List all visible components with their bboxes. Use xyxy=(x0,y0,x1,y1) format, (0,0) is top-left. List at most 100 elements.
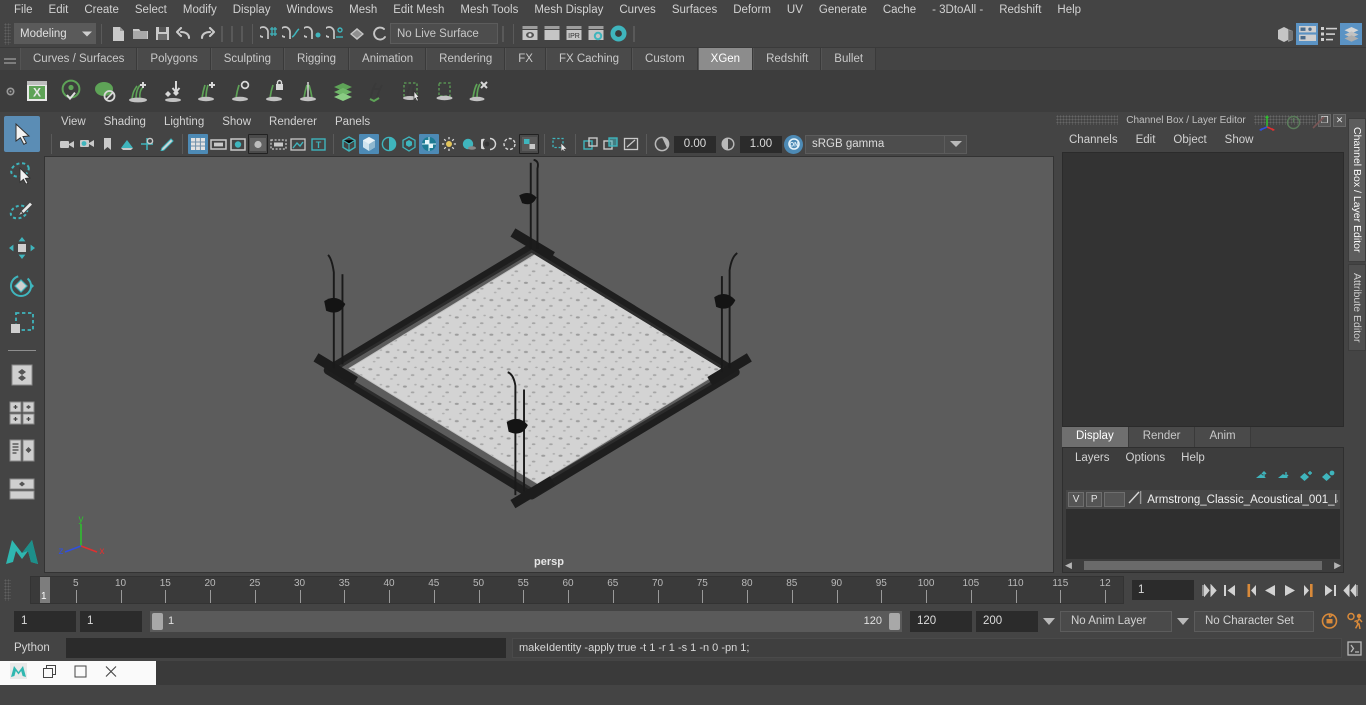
shelf-tab-rigging[interactable]: Rigging xyxy=(284,48,350,70)
resolution-gate-icon[interactable] xyxy=(228,134,248,154)
gate-mask-icon[interactable] xyxy=(248,134,268,154)
shelf-tab-polygons[interactable]: Polygons xyxy=(137,48,211,70)
menu-edit[interactable]: Edit xyxy=(41,1,77,19)
channel-menu-edit[interactable]: Edit xyxy=(1127,132,1165,148)
lasso-select-tool[interactable] xyxy=(4,154,40,190)
new-layer-icon[interactable] xyxy=(1299,469,1313,487)
xgen-split-guide-icon[interactable] xyxy=(292,72,326,110)
xray-active-components-icon[interactable] xyxy=(601,134,621,154)
render-view-icon[interactable] xyxy=(519,23,541,45)
camera-attributes-icon[interactable] xyxy=(77,134,97,154)
film-origin-icon[interactable] xyxy=(268,134,288,154)
color-space-dropdown-arrow[interactable] xyxy=(945,134,967,154)
shelf-tab-fx[interactable]: FX xyxy=(505,48,546,70)
menu-surfaces[interactable]: Surfaces xyxy=(664,1,725,19)
xgen-add-guide-icon[interactable] xyxy=(190,72,224,110)
grease-pencil-icon[interactable] xyxy=(157,134,177,154)
move-tool[interactable] xyxy=(4,230,40,266)
grid-icon[interactable] xyxy=(188,134,208,154)
quick-layout-single[interactable] xyxy=(4,395,40,431)
scroll-left-arrow-icon[interactable]: ◀ xyxy=(1065,560,1072,571)
channel-menu-object[interactable]: Object xyxy=(1164,132,1215,148)
last-tool-used[interactable] xyxy=(4,357,40,393)
paint-select-tool[interactable] xyxy=(4,192,40,228)
xgen-select-guide-icon[interactable] xyxy=(394,72,428,110)
smooth-shade-icon[interactable] xyxy=(359,134,379,154)
screen-space-ao-icon[interactable] xyxy=(479,134,499,154)
image-plane-icon[interactable] xyxy=(117,134,137,154)
layer-color-swatch-icon[interactable] xyxy=(1127,490,1142,510)
menu-deform[interactable]: Deform xyxy=(725,1,779,19)
motion-blur-icon[interactable] xyxy=(499,134,519,154)
color-space-selector[interactable]: sRGB gamma xyxy=(805,134,945,154)
shelf-tab-bullet[interactable]: Bullet xyxy=(821,48,877,70)
speed-dial-icon[interactable] xyxy=(1286,115,1301,135)
menu-mesh[interactable]: Mesh xyxy=(341,1,385,19)
shelf-tab-fx-caching[interactable]: FX Caching xyxy=(545,48,633,70)
lighting-icon[interactable] xyxy=(439,134,459,154)
xgen-preview-icon[interactable] xyxy=(88,72,122,110)
panel-grip-left[interactable] xyxy=(1056,115,1119,125)
exposure-icon[interactable] xyxy=(652,134,672,154)
layer-display-type-toggle[interactable] xyxy=(1104,492,1126,507)
tool-settings-icon[interactable] xyxy=(1340,22,1362,45)
maya-app-icon[interactable] xyxy=(10,662,27,684)
menu-redshift[interactable]: Redshift xyxy=(991,1,1049,19)
viewport-menu-view[interactable]: View xyxy=(52,114,95,130)
menu-display[interactable]: Display xyxy=(225,1,279,19)
snap-to-point-icon[interactable] xyxy=(302,23,324,45)
menu-generate[interactable]: Generate xyxy=(811,1,875,19)
menu-modify[interactable]: Modify xyxy=(175,1,225,19)
color-management-icon[interactable]: ON xyxy=(784,134,803,154)
menu-windows[interactable]: Windows xyxy=(278,1,341,19)
channel-box-layer-editor-icon[interactable] xyxy=(1296,22,1318,45)
menu-set-selector[interactable]: Modeling xyxy=(14,23,96,44)
step-forward-frame-icon[interactable] xyxy=(1300,578,1320,602)
channel-menu-show[interactable]: Show xyxy=(1216,132,1263,148)
shelf-grip[interactable] xyxy=(0,48,20,70)
shelf-tab-redshift[interactable]: Redshift xyxy=(753,48,822,70)
select-tool[interactable] xyxy=(4,116,40,152)
snap-to-curve-icon[interactable] xyxy=(280,23,302,45)
xgen-guide-tool-icon[interactable] xyxy=(360,72,394,110)
ipr-render-icon[interactable]: IPR xyxy=(563,23,585,45)
undo-icon[interactable] xyxy=(173,23,195,45)
shelf-tab-xgen[interactable]: XGen xyxy=(697,48,754,70)
step-back-frame-icon[interactable] xyxy=(1240,578,1260,602)
open-scene-icon[interactable] xyxy=(129,23,151,45)
select-camera-icon[interactable] xyxy=(57,134,77,154)
gamma-icon[interactable] xyxy=(718,134,738,154)
menu-uv[interactable]: UV xyxy=(779,1,811,19)
isolate-select-icon[interactable] xyxy=(550,134,570,154)
quick-layout-outliner-persp[interactable] xyxy=(4,433,40,469)
auto-key-icon[interactable] xyxy=(1318,610,1340,632)
channel-box-list[interactable] xyxy=(1062,152,1344,427)
viewport-menu-lighting[interactable]: Lighting xyxy=(155,114,213,130)
save-scene-icon[interactable] xyxy=(151,23,173,45)
shelf-tab-curves-surfaces[interactable]: Curves / Surfaces xyxy=(20,48,138,70)
layer-tab-display[interactable]: Display xyxy=(1062,427,1129,447)
menu-edit-mesh[interactable]: Edit Mesh xyxy=(385,1,452,19)
menu-cache[interactable]: Cache xyxy=(875,1,924,19)
attribute-editor-icon[interactable] xyxy=(1318,23,1340,45)
shelf-options-gear-icon[interactable] xyxy=(0,70,20,112)
menu-mesh-display[interactable]: Mesh Display xyxy=(526,1,611,19)
layer-visibility-toggle[interactable]: V xyxy=(1068,492,1085,507)
vertical-tab-channel-box[interactable]: Channel Box / Layer Editor xyxy=(1348,118,1366,262)
command-language-label[interactable]: Python xyxy=(14,642,66,654)
snap-to-projected-center-icon[interactable] xyxy=(324,23,346,45)
exposure-value[interactable]: 0.00 xyxy=(674,135,716,153)
shadows-icon[interactable] xyxy=(459,134,479,154)
layer-menu-help[interactable]: Help xyxy=(1173,451,1213,465)
layer-menu-options[interactable]: Options xyxy=(1118,451,1174,465)
menu-curves[interactable]: Curves xyxy=(611,1,663,19)
snap-to-view-plane-icon[interactable] xyxy=(346,23,368,45)
anim-end-field[interactable]: 200 xyxy=(976,610,1038,632)
shelf-tab-rendering[interactable]: Rendering xyxy=(426,48,506,70)
restore-icon[interactable] xyxy=(43,665,58,681)
xray-icon[interactable] xyxy=(288,134,308,154)
scale-tool[interactable] xyxy=(4,306,40,342)
diagonal-slash-icon[interactable] xyxy=(1311,115,1326,135)
anim-layer-selector[interactable]: No Anim Layer xyxy=(1060,610,1172,632)
range-slider[interactable]: 1 120 xyxy=(150,610,902,632)
